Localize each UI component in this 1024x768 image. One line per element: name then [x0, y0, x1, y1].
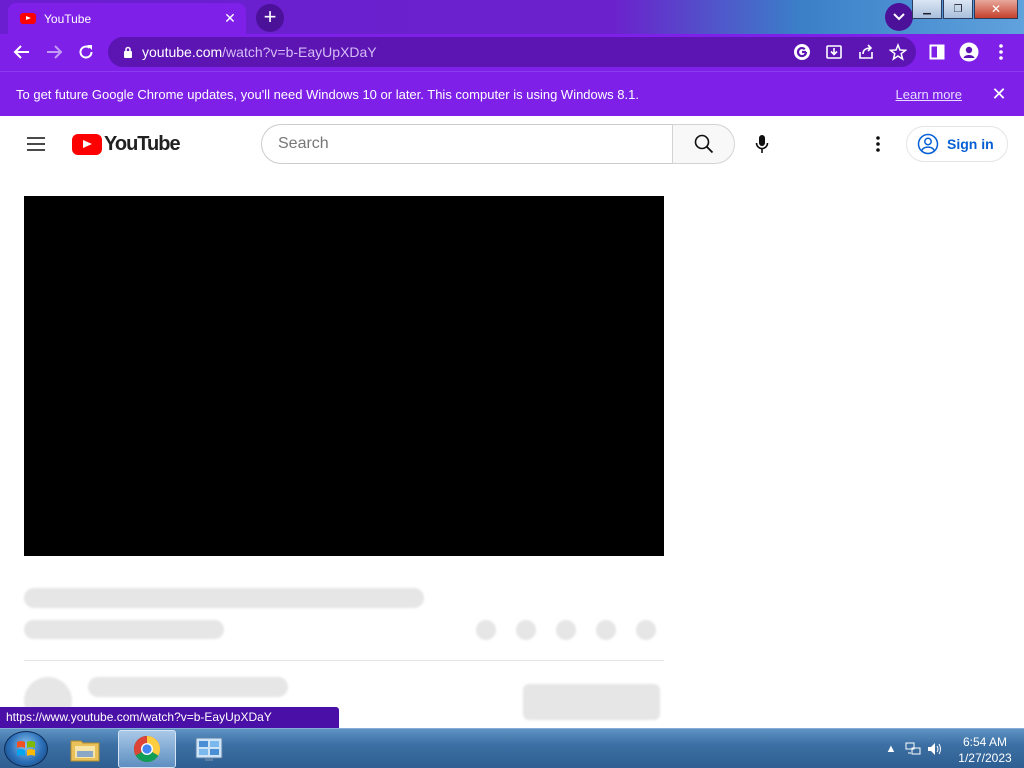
side-panel-icon: [929, 44, 945, 60]
content-divider: [24, 660, 664, 661]
youtube-favicon-icon: [20, 13, 36, 24]
url-host: youtube.com: [142, 44, 223, 60]
back-button[interactable]: [6, 36, 38, 68]
video-player[interactable]: [24, 196, 664, 556]
chrome-menu-button[interactable]: [985, 36, 1017, 68]
browser-tab-youtube[interactable]: YouTube ✕: [8, 3, 246, 34]
new-tab-button[interactable]: +: [256, 4, 284, 32]
action-placeholder: [516, 620, 536, 640]
google-lens-button[interactable]: [786, 36, 818, 68]
voice-search-button[interactable]: [746, 128, 778, 160]
search-button[interactable]: [672, 124, 735, 164]
sign-in-label: Sign in: [947, 136, 994, 152]
control-panel-icon: [195, 737, 223, 761]
start-button[interactable]: [4, 731, 48, 767]
action-placeholder: [476, 620, 496, 640]
share-icon: [859, 44, 873, 59]
tab-close-icon[interactable]: ✕: [222, 10, 238, 27]
tab-search-button[interactable]: [885, 3, 913, 31]
link-status-bubble: https://www.youtube.com/watch?v=b-EayUpX…: [0, 707, 339, 728]
search-field[interactable]: [261, 124, 673, 164]
url-path: /watch?v=b-EayUpXDaY: [222, 44, 377, 60]
clock-date: 1/27/2023: [958, 751, 1012, 765]
taskbar-google-chrome[interactable]: [118, 730, 176, 768]
forward-button[interactable]: [38, 36, 70, 68]
system-tray: ▲: [880, 729, 946, 768]
subscribe-placeholder: [523, 684, 660, 720]
profile-button[interactable]: [953, 36, 985, 68]
meta-placeholder: [24, 620, 224, 639]
arrow-left-icon: [13, 45, 29, 59]
reload-icon: [79, 45, 93, 59]
title-placeholder: [24, 588, 424, 608]
sign-in-button[interactable]: Sign in: [906, 126, 1008, 162]
address-url[interactable]: youtube.com/watch?v=b-EayUpXDaY: [142, 44, 786, 60]
infobar-message: To get future Google Chrome updates, you…: [16, 86, 639, 102]
microphone-icon: [755, 135, 769, 153]
search-input[interactable]: [278, 135, 673, 153]
install-icon: [826, 45, 842, 59]
install-app-button[interactable]: [818, 36, 850, 68]
clock-time: 6:54 AM: [962, 735, 1008, 749]
taskbar-clock[interactable]: 6:54 AM 1/27/2023: [950, 734, 1020, 766]
network-icon[interactable]: [902, 738, 924, 760]
youtube-masthead: YouTube Sign in: [0, 116, 1024, 172]
bookmark-button[interactable]: [882, 36, 914, 68]
taskbar-control-panel[interactable]: [180, 730, 238, 768]
volume-icon[interactable]: [924, 738, 946, 760]
youtube-logo[interactable]: YouTube: [72, 132, 181, 155]
learn-more-link[interactable]: Learn more: [896, 87, 962, 102]
toolbar-right: [921, 36, 1017, 68]
youtube-play-logo-icon: [72, 133, 102, 155]
address-bar-actions: [786, 36, 914, 68]
window-controls: ▁ ❐ ✕: [912, 0, 1018, 19]
arrow-right-icon: [47, 45, 63, 59]
minimize-button[interactable]: ▁: [912, 0, 942, 19]
taskbar-file-explorer[interactable]: [56, 730, 114, 768]
account-circle-icon: [917, 133, 939, 155]
share-button[interactable]: [850, 36, 882, 68]
kebab-menu-icon: [876, 136, 880, 152]
windows-taskbar: ▲ 6:54 AM 1/27/2023: [0, 728, 1024, 768]
address-bar[interactable]: youtube.com/watch?v=b-EayUpXDaY: [108, 37, 916, 67]
star-icon: [889, 43, 907, 61]
kebab-menu-icon: [999, 44, 1003, 60]
reload-button[interactable]: [70, 36, 102, 68]
channel-name-placeholder: [88, 677, 288, 697]
chevron-down-icon: [893, 13, 905, 21]
infobar-close-icon[interactable]: ✕: [984, 84, 1014, 105]
restore-button[interactable]: ❐: [943, 0, 973, 19]
action-placeholder: [636, 620, 656, 640]
windows-logo-icon: [17, 741, 35, 756]
tab-title: YouTube: [44, 11, 92, 26]
update-infobar: To get future Google Chrome updates, you…: [0, 71, 1024, 116]
browser-tabstrip: YouTube ✕ + ▁ ❐ ✕: [0, 0, 1024, 34]
action-placeholder: [556, 620, 576, 640]
show-hidden-icons-button[interactable]: ▲: [880, 738, 902, 760]
browser-toolbar: youtube.com/watch?v=b-EayUpXDaY: [0, 34, 1024, 71]
search-icon: [694, 134, 713, 154]
side-panel-button[interactable]: [921, 36, 953, 68]
settings-menu-button[interactable]: [862, 128, 894, 160]
lock-icon[interactable]: [120, 44, 136, 60]
action-placeholder: [596, 620, 616, 640]
window-close-button[interactable]: ✕: [974, 0, 1018, 19]
guide-menu-button[interactable]: [20, 128, 52, 160]
youtube-logo-text: YouTube: [104, 132, 181, 155]
google-g-icon: [794, 44, 810, 60]
hamburger-icon: [27, 137, 45, 151]
profile-avatar-icon: [959, 42, 979, 62]
chrome-logo-icon: [133, 735, 161, 763]
folder-icon: [70, 740, 100, 762]
